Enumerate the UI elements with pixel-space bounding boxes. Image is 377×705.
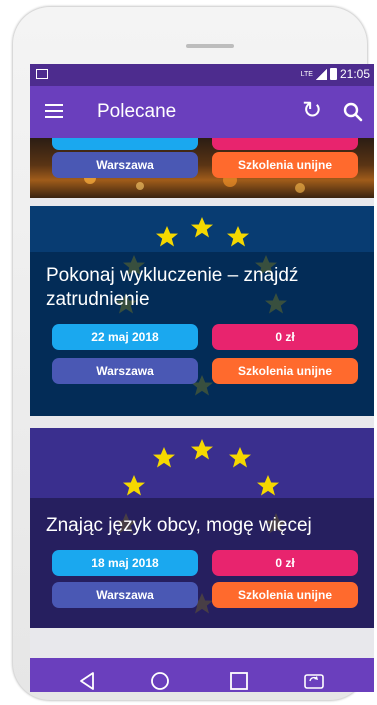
screenshot-notification-icon [36,69,48,79]
price-pill: 0 zł [212,550,358,576]
signal-icon [315,68,327,80]
page-title: Polecane [97,101,177,122]
card-title: Pokonaj wykluczenie – znajdź zatrudnieni… [46,265,299,310]
date-pill-partial [52,138,198,150]
feed-list: Warszawa Szkolenia unijne Pokonaj wykluc… [30,138,374,638]
refresh-icon[interactable]: ↻ [302,99,322,123]
city-pill: Warszawa [52,152,198,178]
training-card[interactable]: Znając język obcy, mogę więcej 18 maj 20… [30,428,374,628]
date-pill: 22 maj 2018 [52,324,198,350]
date-pill: 18 maj 2018 [52,550,198,576]
back-icon[interactable] [74,668,100,692]
price-pill-partial [212,138,358,150]
recents-icon[interactable] [226,668,252,692]
card-banner-image: Warszawa Szkolenia unijne [30,138,374,198]
rotate-icon[interactable] [301,668,327,692]
status-bar: LTE 21:05 [30,64,374,86]
category-pill: Szkolenia unijne [212,582,358,608]
menu-icon[interactable] [45,104,63,118]
category-pill: Szkolenia unijne [212,358,358,384]
app-bar: Polecane ↻ [30,86,374,138]
home-icon[interactable] [147,668,173,692]
category-pill: Szkolenia unijne [212,152,358,178]
training-card[interactable]: Warszawa Szkolenia unijne [30,138,374,198]
speaker-grille [186,44,234,48]
network-type-label: LTE [300,70,313,78]
search-icon[interactable] [343,102,363,127]
price-pill: 0 zł [212,324,358,350]
city-pill: Warszawa [52,358,198,384]
city-pill: Warszawa [52,582,198,608]
system-nav-bar [30,658,374,692]
battery-icon [329,68,337,80]
status-time: 21:05 [339,67,370,81]
card-banner-image: Pokonaj wykluczenie – znajdź zatrudnieni… [30,206,374,416]
device-screen: LTE 21:05 Polecane ↻ Warszawa Szkolenia … [30,64,374,692]
card-banner-image: Znając język obcy, mogę więcej 18 maj 20… [30,428,374,628]
card-title: Znając język obcy, mogę więcej [46,515,312,536]
training-card[interactable]: Pokonaj wykluczenie – znajdź zatrudnieni… [30,206,374,416]
